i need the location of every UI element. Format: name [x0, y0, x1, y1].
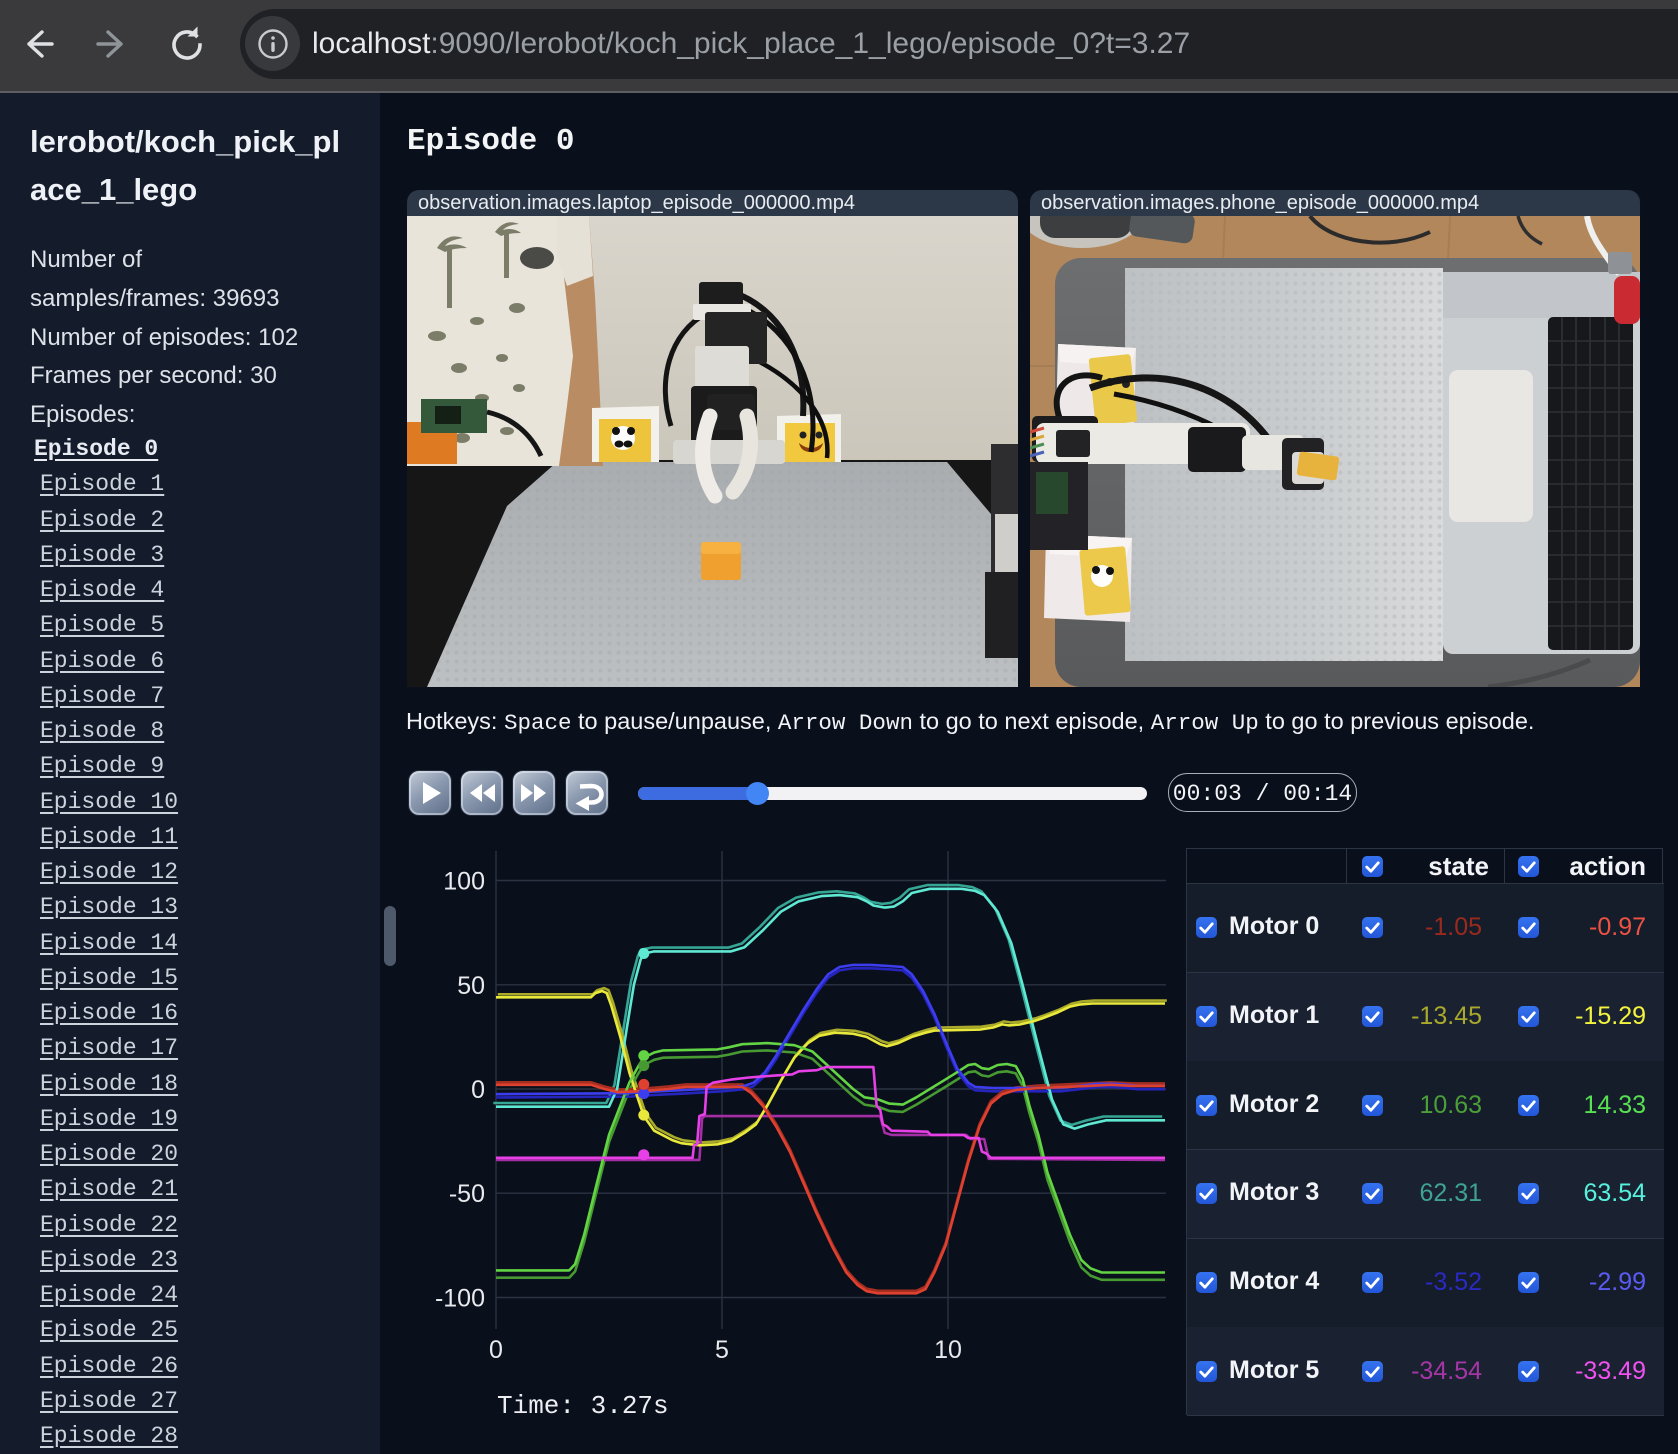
svg-text:-50: -50 — [449, 1180, 485, 1208]
svg-text:Time: 3.27s: Time: 3.27s — [497, 1391, 669, 1421]
svg-text:5: 5 — [715, 1336, 729, 1364]
svg-text:-100: -100 — [435, 1285, 485, 1313]
svg-text:0: 0 — [471, 1076, 485, 1104]
svg-text:10: 10 — [934, 1336, 962, 1364]
svg-text:0: 0 — [489, 1336, 503, 1364]
svg-text:100: 100 — [443, 868, 485, 896]
svg-text:50: 50 — [457, 972, 485, 1000]
